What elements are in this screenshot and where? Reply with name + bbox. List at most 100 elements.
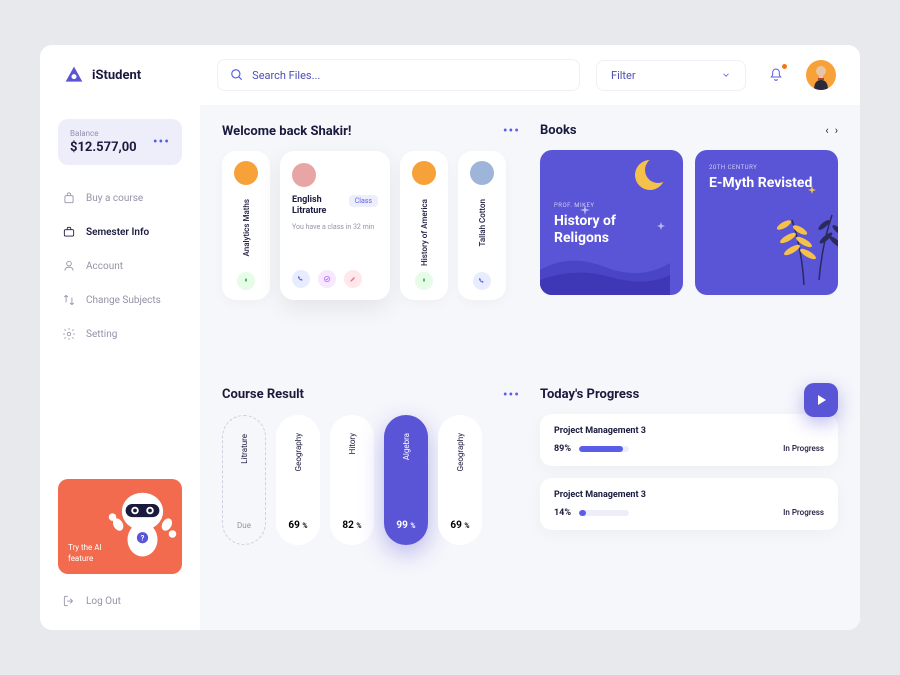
balance-menu[interactable]: ••• — [153, 134, 170, 150]
nav-label: Semester Info — [86, 227, 149, 238]
sidebar: Balance $12.577,00 ••• Buy a course Seme… — [40, 105, 200, 630]
result-subject: Geography — [294, 433, 303, 471]
nav-label: Change Subjects — [86, 295, 161, 306]
nav-change-subjects[interactable]: Change Subjects — [58, 285, 182, 315]
nav: Buy a course Semester Info Account Chang… — [58, 183, 182, 349]
books-prev[interactable]: ‹ — [825, 124, 828, 137]
results-list: Litrature Due Geography 69 % Hitory 82 %… — [222, 415, 520, 545]
body: Balance $12.577,00 ••• Buy a course Seme… — [40, 105, 860, 630]
search-box[interactable] — [217, 59, 580, 91]
teacher-avatar — [412, 161, 436, 185]
class-cards: Analytics Maths English Litrature Class … — [222, 151, 520, 300]
balance-value: $12.577,00 — [70, 140, 137, 155]
progress-card[interactable]: Project Management 3 89% In Progress — [540, 414, 838, 466]
class-subtitle: You have a class in 32 min — [292, 223, 374, 231]
gear-icon — [62, 327, 76, 341]
class-name: Tallah Cotton — [478, 199, 487, 246]
nav-account[interactable]: Account — [58, 251, 182, 281]
leaves-decoration — [754, 190, 838, 290]
play-button[interactable] — [804, 383, 838, 417]
balance-card: Balance $12.577,00 ••• — [58, 119, 182, 165]
nav-semester-info[interactable]: Semester Info — [58, 217, 182, 247]
books-next[interactable]: › — [835, 124, 838, 137]
main-content: Welcome back Shakir! ••• Analytics Maths… — [200, 105, 860, 630]
brand-name: iStudent — [92, 68, 141, 83]
class-card[interactable]: History of America — [400, 151, 448, 300]
mic-icon[interactable] — [415, 272, 433, 290]
class-card[interactable]: Tallah Cotton — [458, 151, 506, 300]
logout-button[interactable]: Log Out — [58, 586, 182, 616]
moon-icon — [635, 160, 665, 190]
notification-bell[interactable] — [762, 61, 790, 89]
progress-percent: 89% — [554, 444, 571, 454]
progress-bar — [579, 510, 629, 516]
progress-item-title: Project Management 3 — [554, 490, 824, 500]
user-avatar[interactable] — [806, 60, 836, 90]
swap-icon — [62, 293, 76, 307]
phone-icon[interactable] — [473, 272, 491, 290]
progress-bar — [579, 446, 629, 452]
result-subject: Hitory — [348, 433, 357, 454]
progress-status: In Progress — [783, 444, 824, 453]
books-list: PROF. MIKEY History of Religons 20TH CEN… — [540, 150, 838, 295]
sparkle-icon — [657, 222, 665, 230]
nav-setting[interactable]: Setting — [58, 319, 182, 349]
results-menu[interactable]: ••• — [503, 387, 520, 403]
check-icon[interactable] — [318, 270, 336, 288]
filter-dropdown[interactable]: Filter — [596, 60, 746, 91]
sparkle-icon — [808, 186, 816, 194]
nav-label: Account — [86, 261, 123, 272]
logout-label: Log Out — [86, 596, 121, 607]
result-value: 69 % — [288, 520, 307, 531]
svg-text:?: ? — [141, 534, 145, 543]
class-badge: Class — [349, 195, 378, 207]
progress-status: In Progress — [783, 508, 824, 517]
ai-promo-card[interactable]: ? Try the AI feature — [58, 479, 182, 574]
teacher-avatar — [292, 163, 316, 187]
bag-icon — [62, 191, 76, 205]
search-input[interactable] — [252, 69, 567, 82]
result-value: 99 % — [396, 520, 415, 531]
phone-icon[interactable] — [292, 270, 310, 288]
result-subject: Algebra — [402, 433, 411, 460]
waves-decoration — [540, 245, 670, 295]
welcome-title: Welcome back Shakir! — [222, 124, 351, 139]
result-subject: Litrature — [240, 434, 249, 464]
progress-title: Today's Progress — [540, 387, 639, 402]
nav-buy-course[interactable]: Buy a course — [58, 183, 182, 213]
welcome-section: Welcome back Shakir! ••• Analytics Maths… — [222, 123, 520, 367]
sparkle-icon — [580, 205, 590, 215]
results-section: Course Result ••• Litrature Due Geograph… — [222, 387, 520, 612]
pencil-icon[interactable] — [344, 270, 362, 288]
teacher-avatar — [234, 161, 258, 185]
results-title: Course Result — [222, 387, 304, 402]
result-pill[interactable]: Hitory 82 % — [330, 415, 374, 545]
nav-label: Setting — [86, 329, 117, 340]
teacher-avatar — [470, 161, 494, 185]
balance-label: Balance — [70, 129, 137, 138]
class-card[interactable]: Analytics Maths — [222, 151, 270, 300]
chevron-down-icon — [721, 70, 731, 80]
result-pill[interactable]: Geography 69 % — [276, 415, 320, 545]
logo: iStudent — [64, 65, 141, 85]
progress-item-title: Project Management 3 — [554, 426, 824, 436]
progress-percent: 14% — [554, 508, 571, 518]
progress-section: Today's Progress Project Management 3 89… — [540, 387, 838, 612]
nav-label: Buy a course — [86, 193, 143, 204]
bell-icon — [768, 67, 784, 83]
result-pill-active[interactable]: Algebra 99 % — [384, 415, 428, 545]
class-name: English Litrature — [292, 195, 349, 217]
mic-icon[interactable] — [237, 272, 255, 290]
book-card[interactable]: PROF. MIKEY History of Religons — [540, 150, 683, 295]
app-window: iStudent Filter Balance $12.577,00 ••• — [40, 45, 860, 630]
book-card[interactable]: 20TH CENTURY E-Myth Revisted — [695, 150, 838, 295]
class-card-active[interactable]: English Litrature Class You have a class… — [280, 151, 390, 300]
book-author: 20TH CENTURY — [709, 164, 824, 171]
result-pill[interactable]: Litrature Due — [222, 415, 266, 545]
welcome-menu[interactable]: ••• — [503, 123, 520, 139]
result-pill[interactable]: Geography 69 % — [438, 415, 482, 545]
result-value: 69 % — [450, 520, 469, 531]
progress-card[interactable]: Project Management 3 14% In Progress — [540, 478, 838, 530]
book-title: History of Religons — [554, 213, 669, 247]
result-value: 82 % — [342, 520, 361, 531]
